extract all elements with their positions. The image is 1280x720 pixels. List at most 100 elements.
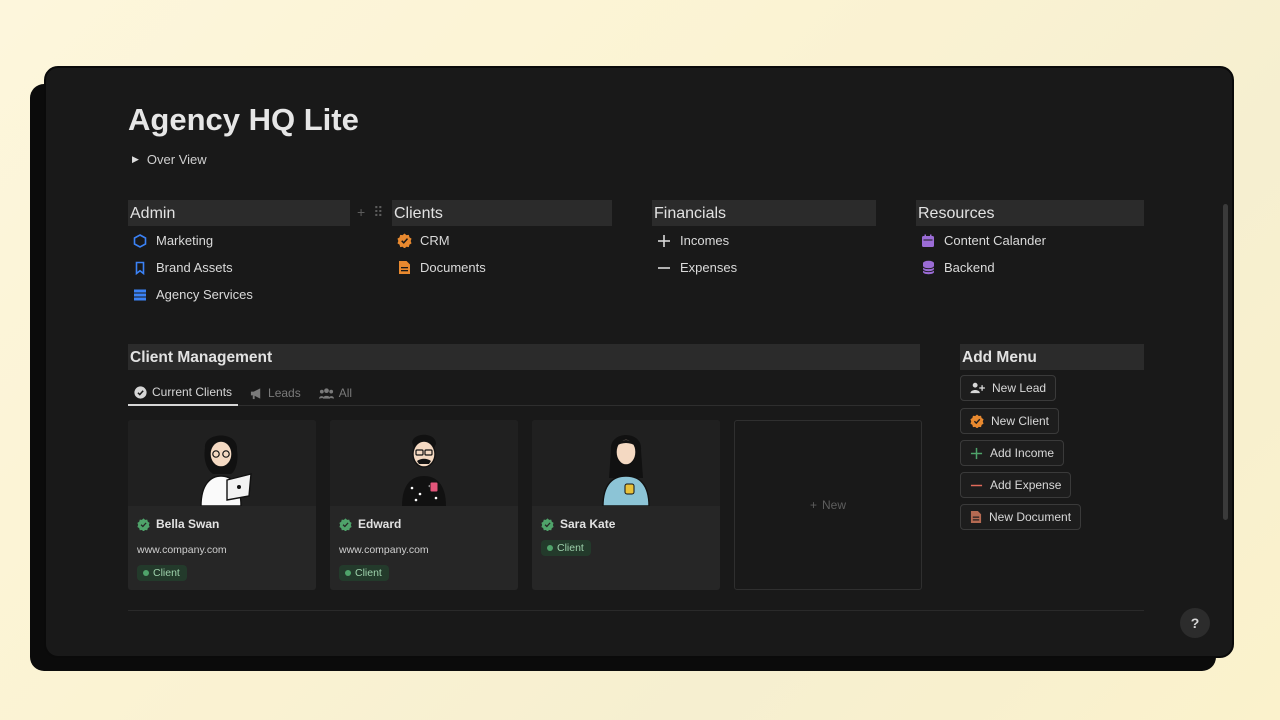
client-card-edward[interactable]: Edward www.company.com Client — [330, 420, 518, 590]
plus-icon — [656, 233, 672, 249]
status-text: Client — [153, 567, 180, 579]
overview-toggle-label: Over View — [146, 152, 207, 167]
plus-icon[interactable]: + — [357, 204, 365, 221]
check-badge-icon — [134, 385, 147, 399]
page-title: Agency HQ Lite — [128, 102, 359, 137]
button-label: New Document — [989, 510, 1072, 524]
new-lead-button[interactable]: New Lead — [960, 375, 1057, 401]
status-dot — [143, 570, 149, 576]
scrollbar[interactable] — [1223, 204, 1228, 520]
button-label: Add Expense — [990, 478, 1062, 492]
link-agency-services[interactable]: Agency Services — [132, 286, 253, 303]
overview-toggle[interactable]: ▶ Over View — [132, 152, 207, 167]
megaphone-icon — [250, 387, 263, 400]
database-icon — [920, 260, 936, 276]
link-brand-assets[interactable]: Brand Assets — [132, 259, 253, 276]
status-badge: Client — [137, 565, 187, 581]
client-name: Edward — [339, 517, 509, 531]
client-name-text: Sara Kate — [560, 517, 616, 531]
clients-header: Clients — [392, 200, 612, 226]
client-name: Bella Swan — [137, 517, 307, 531]
link-incomes[interactable]: Incomes — [656, 232, 737, 249]
link-label: Agency Services — [156, 287, 253, 302]
client-tabs: Current Clients Leads All — [128, 380, 920, 406]
link-backend[interactable]: Backend — [920, 259, 1046, 276]
tab-current-clients[interactable]: Current Clients — [128, 380, 239, 406]
link-label: Expenses — [680, 260, 738, 275]
status-dot — [345, 570, 351, 576]
hexagon-icon — [132, 233, 148, 249]
new-client-button[interactable]: New Client — [960, 408, 1060, 434]
add-expense-button[interactable]: Add Expense — [960, 472, 1072, 498]
divider — [128, 610, 1144, 611]
resources-links: Content Calander Backend — [920, 232, 1046, 276]
status-badge: Client — [541, 540, 591, 556]
link-documents[interactable]: Documents — [396, 259, 486, 276]
client-website: www.company.com — [137, 544, 227, 556]
client-website: www.company.com — [339, 544, 429, 556]
verified-check-icon — [541, 517, 554, 531]
button-label: Add Income — [990, 446, 1055, 460]
avatar-illustration — [200, 435, 252, 506]
financials-links: Incomes Expenses — [656, 232, 737, 276]
document-icon — [970, 511, 982, 523]
status-dot — [547, 545, 553, 551]
link-label: CRM — [420, 233, 450, 248]
resources-header: Resources — [916, 200, 1144, 226]
plus-icon: + — [809, 498, 817, 512]
drag-handle-icon[interactable]: ⠿ — [373, 204, 383, 221]
tab-label: All — [338, 386, 353, 400]
new-document-button[interactable]: New Document — [960, 504, 1082, 530]
link-label: Documents — [420, 260, 486, 275]
admin-header: Admin — [128, 200, 350, 226]
client-card-bella-swan[interactable]: Bella Swan www.company.com Client — [128, 420, 316, 590]
verified-badge-icon — [970, 414, 984, 428]
add-person-icon — [970, 382, 985, 394]
add-income-button[interactable]: Add Income — [960, 440, 1065, 466]
list-stack-icon — [132, 287, 148, 303]
client-management-header: Client Management — [128, 344, 920, 370]
client-name-text: Bella Swan — [156, 517, 220, 531]
status-text: Client — [557, 542, 584, 554]
help-button[interactable]: ? — [1180, 608, 1210, 638]
minus-icon — [656, 260, 672, 276]
verified-check-icon — [137, 517, 150, 531]
link-label: Marketing — [156, 233, 214, 248]
tab-all[interactable]: All — [313, 380, 358, 406]
clients-links: CRM Documents — [396, 232, 486, 276]
client-name-text: Edward — [358, 517, 402, 531]
avatar-illustration — [402, 434, 446, 506]
link-expenses[interactable]: Expenses — [656, 259, 737, 276]
link-label: Content Calander — [944, 233, 1046, 248]
plus-icon — [970, 447, 983, 459]
button-label: New Lead — [992, 381, 1047, 395]
admin-links: Marketing Brand Assets Agency Services — [132, 232, 253, 303]
add-menu-header: Add Menu — [960, 344, 1144, 370]
link-label: Incomes — [680, 233, 730, 248]
new-card-label: New — [822, 498, 847, 512]
card-cover — [532, 420, 720, 506]
notion-window: Agency HQ Lite ▶ Over View Admin + ⠿ Cli… — [44, 66, 1234, 658]
card-cover — [128, 420, 316, 506]
status-badge: Client — [339, 565, 389, 581]
tab-label: Current Clients — [152, 385, 233, 399]
link-label: Backend — [944, 260, 995, 275]
verified-check-icon — [339, 517, 352, 531]
block-handles[interactable]: + ⠿ — [357, 204, 383, 221]
tab-leads[interactable]: Leads — [244, 380, 307, 406]
calendar-icon — [920, 233, 936, 249]
client-card-sara-kate[interactable]: Sara Kate Client — [532, 420, 720, 590]
link-marketing[interactable]: Marketing — [132, 232, 253, 249]
tab-label: Leads — [268, 386, 301, 400]
verified-badge-icon — [396, 233, 412, 249]
financials-header: Financials — [652, 200, 876, 226]
link-crm[interactable]: CRM — [396, 232, 486, 249]
people-icon — [318, 387, 334, 400]
client-name: Sara Kate — [541, 517, 711, 531]
minus-icon — [970, 484, 983, 486]
link-content-calendar[interactable]: Content Calander — [920, 232, 1046, 249]
avatar-illustration — [602, 435, 650, 506]
new-card-button[interactable]: + New — [734, 420, 922, 590]
triangle-right-icon: ▶ — [132, 154, 139, 164]
document-icon — [396, 260, 412, 276]
